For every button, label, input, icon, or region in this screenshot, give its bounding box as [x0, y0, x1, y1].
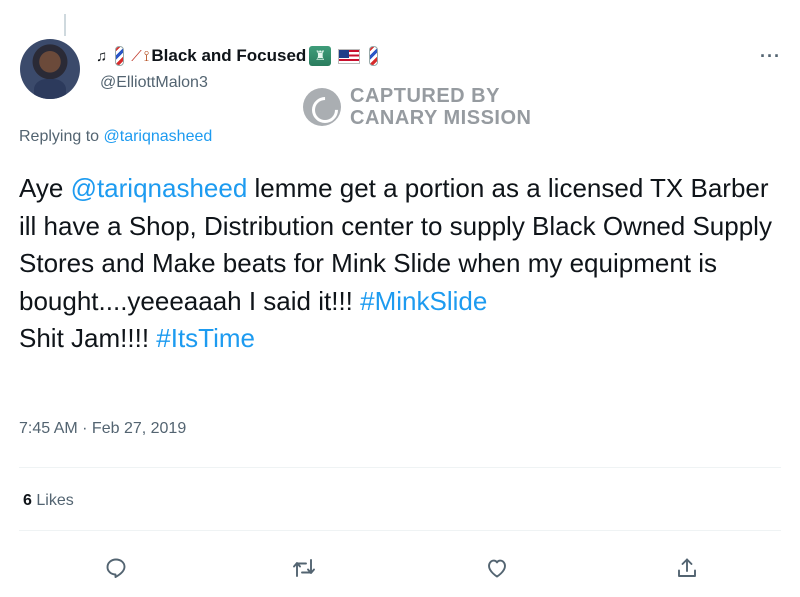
reply-button[interactable] [101, 553, 131, 583]
watermark-line-1: CAPTURED BY [350, 85, 500, 107]
tweet-text-part: Shit Jam!!!! [19, 323, 157, 353]
watermark: CAPTURED BY CANARY MISSION [303, 85, 531, 129]
retweet-button[interactable] [289, 553, 319, 583]
share-button[interactable] [672, 553, 702, 583]
barber-pole-icon [115, 46, 125, 66]
share-icon [678, 558, 696, 577]
likes-count: 6 [23, 492, 32, 509]
watermark-text: CAPTURED BY CANARY MISSION [350, 85, 531, 129]
divider [19, 530, 781, 531]
avatar[interactable] [20, 39, 80, 99]
us-flag-icon [338, 48, 361, 64]
hashtag-link[interactable]: #ItsTime [156, 323, 255, 353]
tweet-text: Aye @tariqnasheed lemme get a portion as… [19, 170, 789, 358]
barber-pole-icon [369, 46, 379, 66]
statue-of-liberty-icon: ♜ [309, 46, 332, 66]
action-bar [0, 553, 800, 583]
feather-icon: ⟋ [131, 47, 142, 65]
canary-mission-logo-icon [303, 88, 341, 126]
like-icon [488, 559, 506, 578]
music-notes-icon: ♫ [96, 47, 108, 65]
retweet-icon [293, 559, 315, 577]
hashtag-link[interactable]: #MinkSlide [360, 286, 487, 316]
likes-stat[interactable]: 6 Likes [23, 492, 74, 510]
replying-to-mention[interactable]: @tariqnasheed [104, 128, 213, 145]
user-handle[interactable]: @ElliottMalon3 [100, 74, 208, 92]
author-name-row[interactable]: ♫ ⟋ ⟟ Black and Focused ♜ [96, 44, 383, 68]
watermark-line-2: CANARY MISSION [350, 107, 532, 129]
replying-to-line: Replying to @tariqnasheed [19, 128, 212, 146]
divider [19, 467, 781, 468]
likes-label: Likes [36, 492, 74, 509]
like-button[interactable] [482, 553, 512, 583]
replying-to-label: Replying to [19, 128, 100, 145]
reply-icon [106, 558, 126, 579]
bow-and-arrow-icon: ⟟ [143, 47, 150, 65]
more-options-icon[interactable]: ··· [760, 46, 781, 67]
thread-connector-line [64, 14, 66, 36]
tweet-text-part: Aye [19, 173, 71, 203]
timestamp[interactable]: 7:45 AM · Feb 27, 2019 [19, 420, 186, 438]
display-name[interactable]: Black and Focused [151, 46, 306, 66]
mention-link[interactable]: @tariqnasheed [71, 173, 248, 203]
